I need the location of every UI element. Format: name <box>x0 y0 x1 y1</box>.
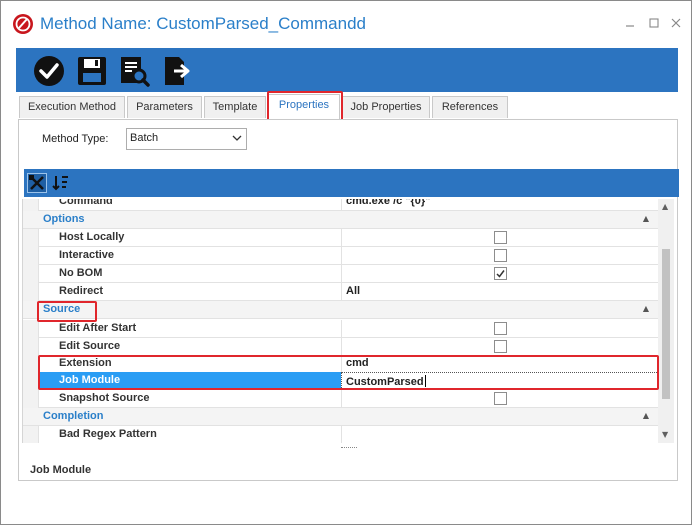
row-gutter <box>23 265 39 283</box>
close-icon[interactable] <box>669 16 683 30</box>
property-name: Bad Regex Pattern <box>59 428 157 440</box>
maximize-icon[interactable] <box>647 16 661 30</box>
row-gutter <box>23 390 39 408</box>
edit-after-start-checkbox[interactable] <box>494 322 507 335</box>
collapse-icon[interactable]: ▲ <box>643 304 649 313</box>
property-name: No BOM <box>59 267 103 279</box>
row-gutter <box>23 338 39 356</box>
host-locally-checkbox[interactable] <box>494 231 507 244</box>
property-grid-scrollbar[interactable]: ▲ ▼ <box>658 199 674 443</box>
chevron-down-icon <box>232 133 242 146</box>
tab-parameters[interactable]: Parameters <box>127 96 202 118</box>
check-icon[interactable] <box>32 54 66 88</box>
app-logo-icon <box>13 14 33 34</box>
property-name: Edit Source <box>59 340 121 352</box>
row-gutter <box>23 355 39 373</box>
splitter-grip[interactable] <box>341 447 357 451</box>
preview-icon[interactable] <box>117 54 151 88</box>
property-row-redirect[interactable]: Redirect All <box>23 283 658 301</box>
tab-job-properties[interactable]: Job Properties <box>342 96 430 118</box>
method-type-select[interactable]: Batch <box>126 128 247 150</box>
property-value[interactable]: cmd.exe /c "{0}" <box>341 199 658 211</box>
property-row-edit-after-start[interactable]: Edit After Start <box>23 320 658 338</box>
scroll-down-icon[interactable]: ▼ <box>662 430 668 439</box>
property-name: Job Module <box>59 374 121 386</box>
tab-strip: Execution Method Parameters Template Pro… <box>16 94 678 119</box>
category-source[interactable]: Source ▲ <box>23 301 658 319</box>
sort-icon[interactable] <box>51 173 71 193</box>
category-label: Completion <box>43 410 104 422</box>
property-value <box>341 338 658 356</box>
property-value <box>341 265 658 283</box>
row-gutter <box>23 247 39 265</box>
tab-properties[interactable]: Properties <box>268 94 340 119</box>
property-name: Interactive <box>59 249 115 261</box>
scroll-up-icon[interactable]: ▲ <box>662 202 668 211</box>
category-label: Options <box>43 213 85 225</box>
text-caret <box>424 375 426 387</box>
category-options[interactable]: Options ▲ <box>23 211 658 229</box>
property-name: Extension <box>59 357 112 369</box>
property-name: Command <box>59 199 113 207</box>
property-row-edit-source[interactable]: Edit Source <box>23 338 658 356</box>
checkmark-icon <box>496 270 505 278</box>
property-description-title: Job Module <box>30 464 92 476</box>
row-gutter <box>23 199 39 211</box>
interactive-checkbox[interactable] <box>494 249 507 262</box>
property-value <box>341 390 658 408</box>
property-value[interactable]: All <box>341 283 658 301</box>
property-row-no-bom[interactable]: No BOM <box>23 265 658 283</box>
category-label: Source <box>43 303 81 315</box>
save-icon[interactable] <box>75 54 109 88</box>
property-name: Snapshot Source <box>59 392 150 404</box>
export-icon[interactable] <box>160 54 194 88</box>
property-name: Host Locally <box>59 231 125 243</box>
property-grid-toolbar <box>24 169 679 197</box>
row-gutter <box>23 372 39 390</box>
row-gutter <box>23 229 39 247</box>
categorize-icon[interactable] <box>27 173 47 193</box>
property-value <box>341 320 658 338</box>
property-value <box>341 247 658 265</box>
row-gutter <box>23 283 39 301</box>
scroll-thumb[interactable] <box>662 249 670 399</box>
method-type-label: Method Type: <box>42 133 109 145</box>
method-type-value: Batch <box>130 132 159 144</box>
job-module-value: CustomParsed <box>346 376 424 388</box>
snapshot-source-checkbox[interactable] <box>494 392 507 405</box>
title-bar: Method Name: CustomParsed_Commandd <box>1 1 691 47</box>
job-module-input[interactable]: CustomParsed <box>341 372 658 390</box>
tab-template[interactable]: Template <box>204 96 266 118</box>
tab-execution-method[interactable]: Execution Method <box>19 96 125 118</box>
window-title: Method Name: CustomParsed_Commandd <box>40 14 366 33</box>
property-row-extension[interactable]: Extension cmd <box>23 355 658 373</box>
category-completion[interactable]: Completion ▲ <box>23 408 658 426</box>
row-gutter <box>23 426 39 443</box>
row-gutter <box>23 320 39 338</box>
no-bom-checkbox[interactable] <box>494 267 507 280</box>
minimize-icon[interactable] <box>623 16 637 30</box>
collapse-icon[interactable]: ▲ <box>643 411 649 420</box>
collapse-icon[interactable]: ▲ <box>643 214 649 223</box>
tab-references[interactable]: References <box>432 96 508 118</box>
edit-source-checkbox[interactable] <box>494 340 507 353</box>
property-row-command[interactable]: Command cmd.exe /c "{0}" <box>23 199 658 211</box>
property-row-bad-regex-pattern[interactable]: Bad Regex Pattern <box>23 426 658 443</box>
property-name: Edit After Start <box>59 322 137 334</box>
property-value <box>341 229 658 247</box>
property-row-snapshot-source[interactable]: Snapshot Source <box>23 390 658 408</box>
property-value[interactable]: cmd <box>341 355 658 373</box>
main-toolbar <box>16 48 678 92</box>
property-value[interactable] <box>341 426 658 443</box>
method-editor-window: Method Name: CustomParsed_Commandd Execu… <box>0 0 692 525</box>
property-row-job-module[interactable]: Job Module CustomParsed <box>23 372 658 390</box>
property-name: Redirect <box>59 285 104 297</box>
property-grid: Command cmd.exe /c "{0}" Options ▲ Host … <box>22 199 658 443</box>
property-row-host-locally[interactable]: Host Locally <box>23 229 658 247</box>
property-row-interactive[interactable]: Interactive <box>23 247 658 265</box>
